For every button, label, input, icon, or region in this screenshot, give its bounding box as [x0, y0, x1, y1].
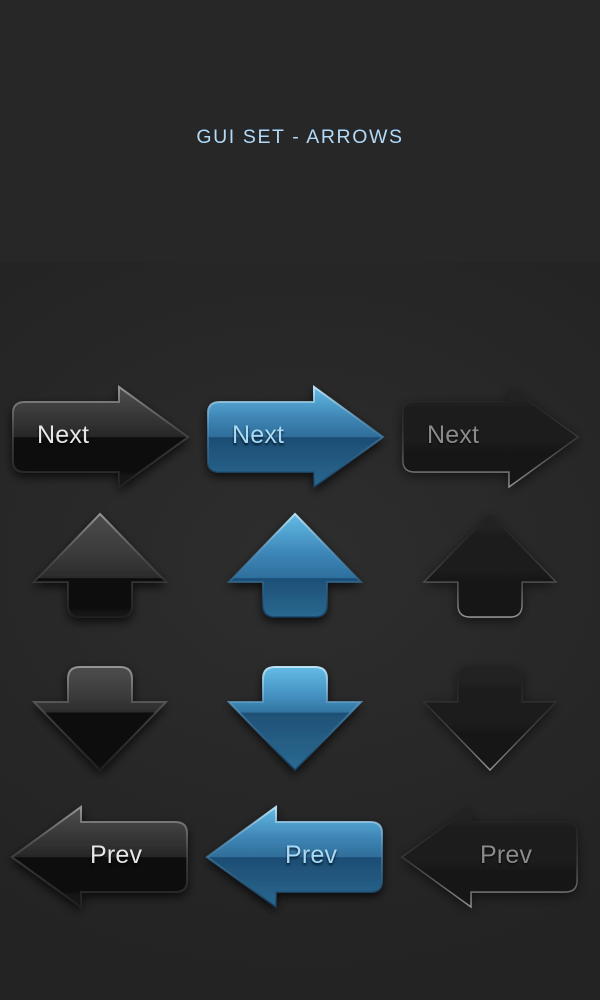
- arrow-button-next-flat[interactable]: Next: [390, 362, 590, 512]
- page-header: GUI SET - ARROWS: [0, 0, 600, 262]
- arrow-button-prev-blue[interactable]: Prev: [195, 782, 395, 932]
- arrow-button-down-dark[interactable]: [0, 642, 200, 792]
- arrow-button-up-blue[interactable]: [195, 492, 395, 642]
- arrow-shape-right: Next: [202, 385, 388, 489]
- arrow-button-next-blue[interactable]: Next: [195, 362, 395, 512]
- arrow-shape-down: [420, 661, 560, 773]
- arrow-shape-up: [420, 511, 560, 623]
- arrow-button-next-dark[interactable]: Next: [0, 362, 200, 512]
- arrow-shape-left: Prev: [397, 805, 583, 909]
- arrow-shape-down: [225, 661, 365, 773]
- arrow-button-up-flat[interactable]: [390, 492, 590, 642]
- arrow-button-up-dark[interactable]: [0, 492, 200, 642]
- page-title: GUI SET - ARROWS: [196, 126, 404, 148]
- arrow-shape-right: Next: [7, 385, 193, 489]
- arrow-button-down-blue[interactable]: [195, 642, 395, 792]
- arrow-shape-right: Next: [397, 385, 583, 489]
- arrow-showcase-board: Next Next Next Prev Prev Prev: [0, 262, 600, 1000]
- arrow-shape-left: Prev: [202, 805, 388, 909]
- arrow-button-prev-flat[interactable]: Prev: [390, 782, 590, 932]
- arrow-shape-up: [30, 511, 170, 623]
- arrow-shape-left: Prev: [7, 805, 193, 909]
- arrow-button-down-flat[interactable]: [390, 642, 590, 792]
- arrow-button-grid: Next Next Next Prev Prev Prev: [0, 262, 600, 1000]
- arrow-shape-down: [30, 661, 170, 773]
- arrow-shape-up: [225, 511, 365, 623]
- arrow-button-prev-dark[interactable]: Prev: [0, 782, 200, 932]
